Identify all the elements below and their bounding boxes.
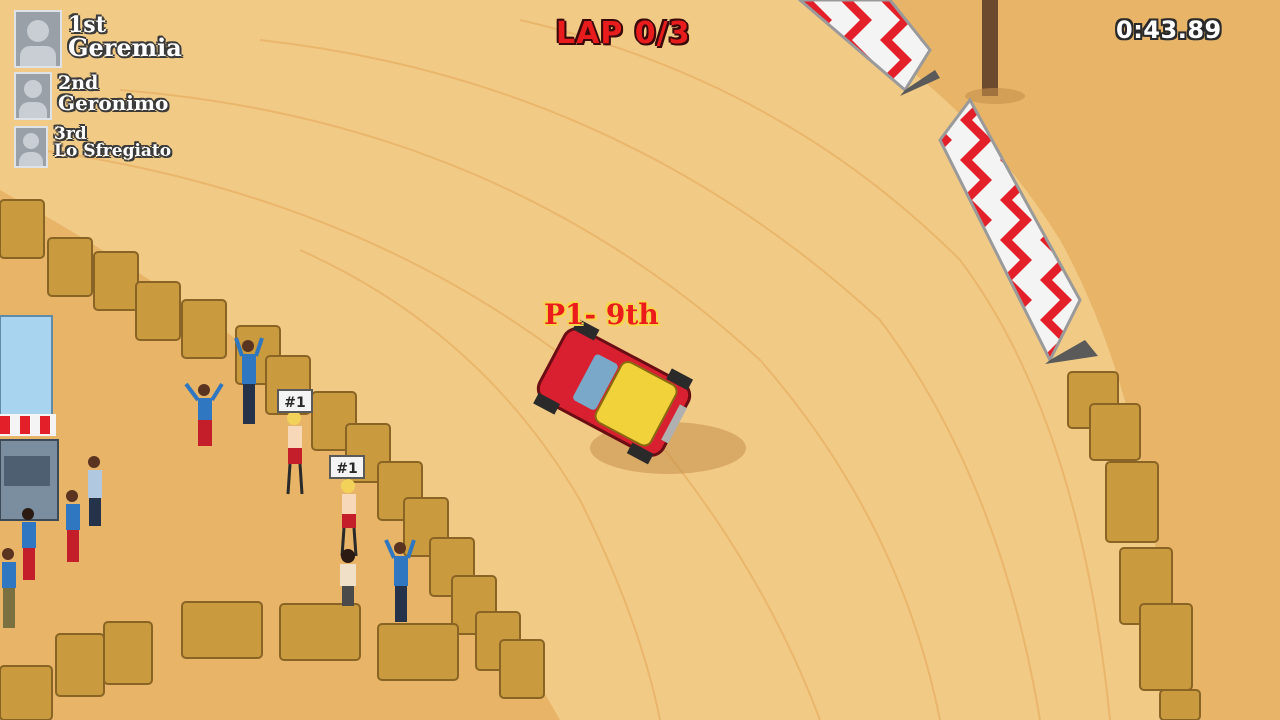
standing-row-2: 2nd Geronimo: [14, 72, 182, 120]
standing-name: Geronimo: [58, 91, 169, 115]
fan-sign-2: #1: [329, 455, 365, 479]
lap-counter: LAP 0/3: [556, 16, 691, 51]
avatar-icon: [14, 72, 52, 120]
standing-name: Geremia: [68, 33, 182, 62]
avatar-icon: [14, 126, 48, 168]
fan-sign-1-text: #1: [284, 395, 305, 411]
tree-trunk: [982, 0, 998, 96]
race-track-scene: #1 #1: [0, 0, 1280, 720]
player-position-tag: P1- 9th: [544, 298, 659, 331]
fan-sign-1: #1: [277, 389, 313, 413]
standing-name: Lo Sfregiato: [54, 141, 172, 161]
standing-row-3: 3rd Lo Sfregiato: [14, 126, 182, 168]
game-viewport: #1 #1 1st Geremia 2nd Geronimo 3rd Lo Sf…: [0, 0, 1280, 720]
race-standings: 1st Geremia 2nd Geronimo 3rd Lo Sfregiat…: [14, 10, 182, 168]
race-timer: 0:43.89: [1116, 16, 1222, 44]
fan-sign-2-text: #1: [336, 461, 357, 477]
vendor-truck: [0, 315, 59, 521]
tree-shadow: [965, 88, 1025, 104]
standing-row-1: 1st Geremia: [14, 10, 182, 68]
avatar-icon: [14, 10, 62, 68]
